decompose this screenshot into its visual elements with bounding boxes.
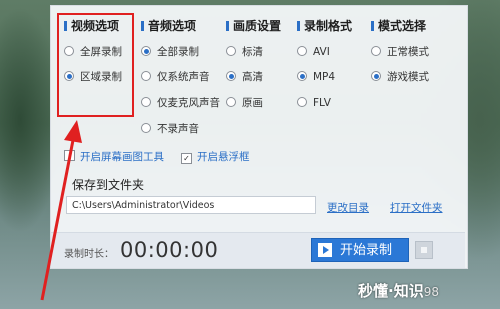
arrow-shaft bbox=[40, 134, 76, 301]
annotation-arrow bbox=[40, 120, 82, 301]
arrow-head bbox=[64, 120, 82, 143]
watermark-text: 秒懂·知识 bbox=[358, 282, 424, 300]
watermark: 秒懂·知识98 bbox=[358, 280, 439, 301]
watermark-suffix: 98 bbox=[423, 285, 439, 299]
